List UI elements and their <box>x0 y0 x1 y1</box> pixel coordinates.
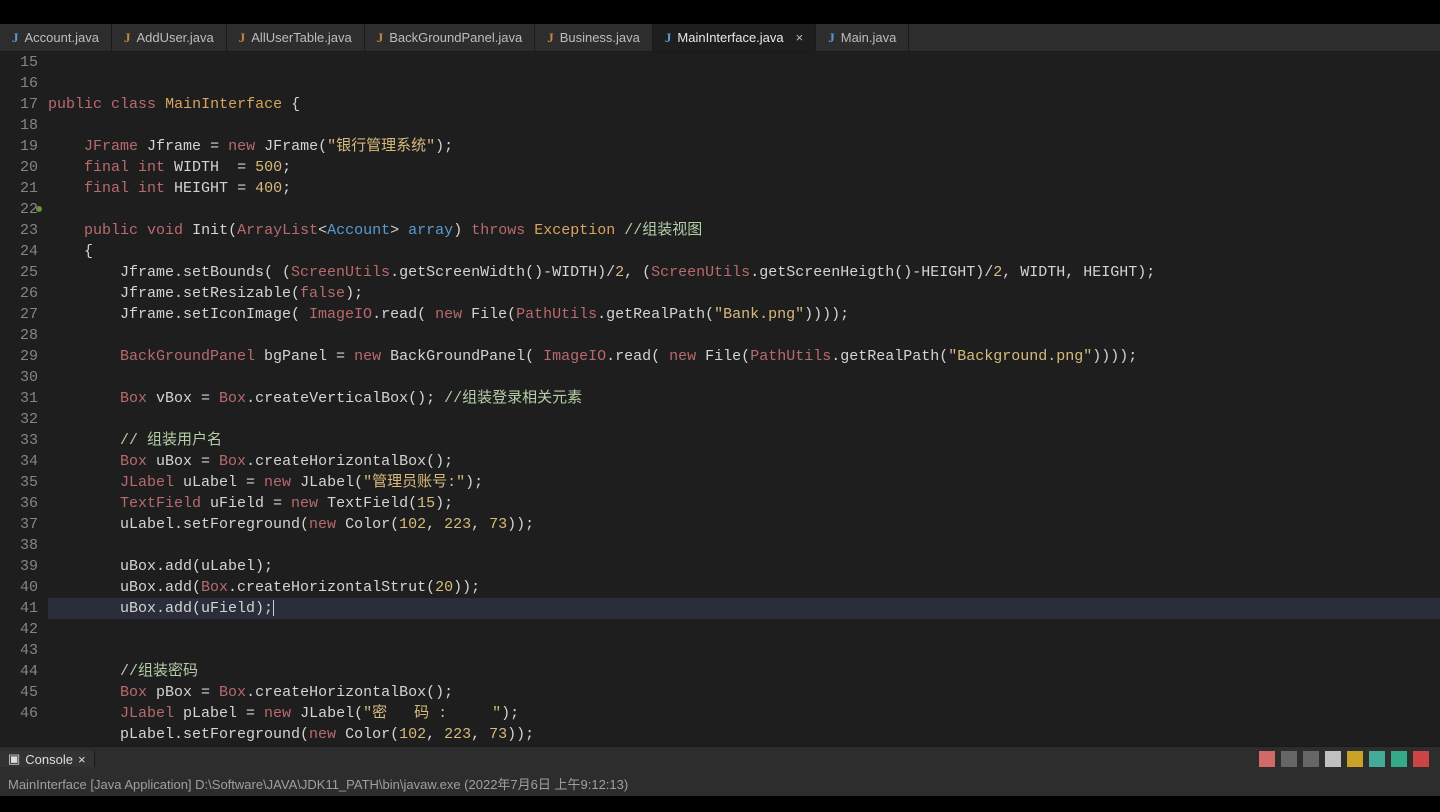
tab-business[interactable]: JBusiness.java <box>535 24 653 51</box>
code-area[interactable]: public class MainInterface { JFrame Jfra… <box>48 52 1440 746</box>
code-editor[interactable]: 1516171819202122232425262728293031323334… <box>0 52 1440 746</box>
console-output <box>0 796 1440 812</box>
scroll-lock-button[interactable] <box>1369 751 1385 767</box>
tab-backgroundpanel[interactable]: JBackGroundPanel.java <box>365 24 535 51</box>
close-icon[interactable]: × <box>796 30 804 45</box>
tab-main[interactable]: JMain.java <box>816 24 909 51</box>
pin-console-button[interactable] <box>1325 751 1341 767</box>
window-titlebar <box>0 0 1440 24</box>
tab-adduser[interactable]: JAddUser.java <box>112 24 227 51</box>
console-panel: ▣ Console × MainInterface [Java Applicat… <box>0 746 1440 812</box>
console-icon: ▣ <box>8 751 20 767</box>
close-icon[interactable]: × <box>78 752 86 767</box>
terminate-button[interactable] <box>1259 751 1275 767</box>
editor-tabs: JAccount.java JAddUser.java JAllUserTabl… <box>0 24 1440 52</box>
line-number-gutter: 1516171819202122232425262728293031323334… <box>0 52 48 746</box>
text-cursor <box>273 600 274 616</box>
console-status-line: MainInterface [Java Application] D:\Soft… <box>0 771 1440 796</box>
tab-account[interactable]: JAccount.java <box>0 24 112 51</box>
remove-all-button[interactable] <box>1303 751 1319 767</box>
tab-allusertable[interactable]: JAllUserTable.java <box>227 24 365 51</box>
word-wrap-button[interactable] <box>1391 751 1407 767</box>
display-selected-button[interactable] <box>1347 751 1363 767</box>
console-tab[interactable]: ▣ Console × <box>0 751 95 767</box>
clear-console-button[interactable] <box>1413 751 1429 767</box>
remove-launch-button[interactable] <box>1281 751 1297 767</box>
tab-maininterface[interactable]: JMainInterface.java× <box>653 24 816 51</box>
